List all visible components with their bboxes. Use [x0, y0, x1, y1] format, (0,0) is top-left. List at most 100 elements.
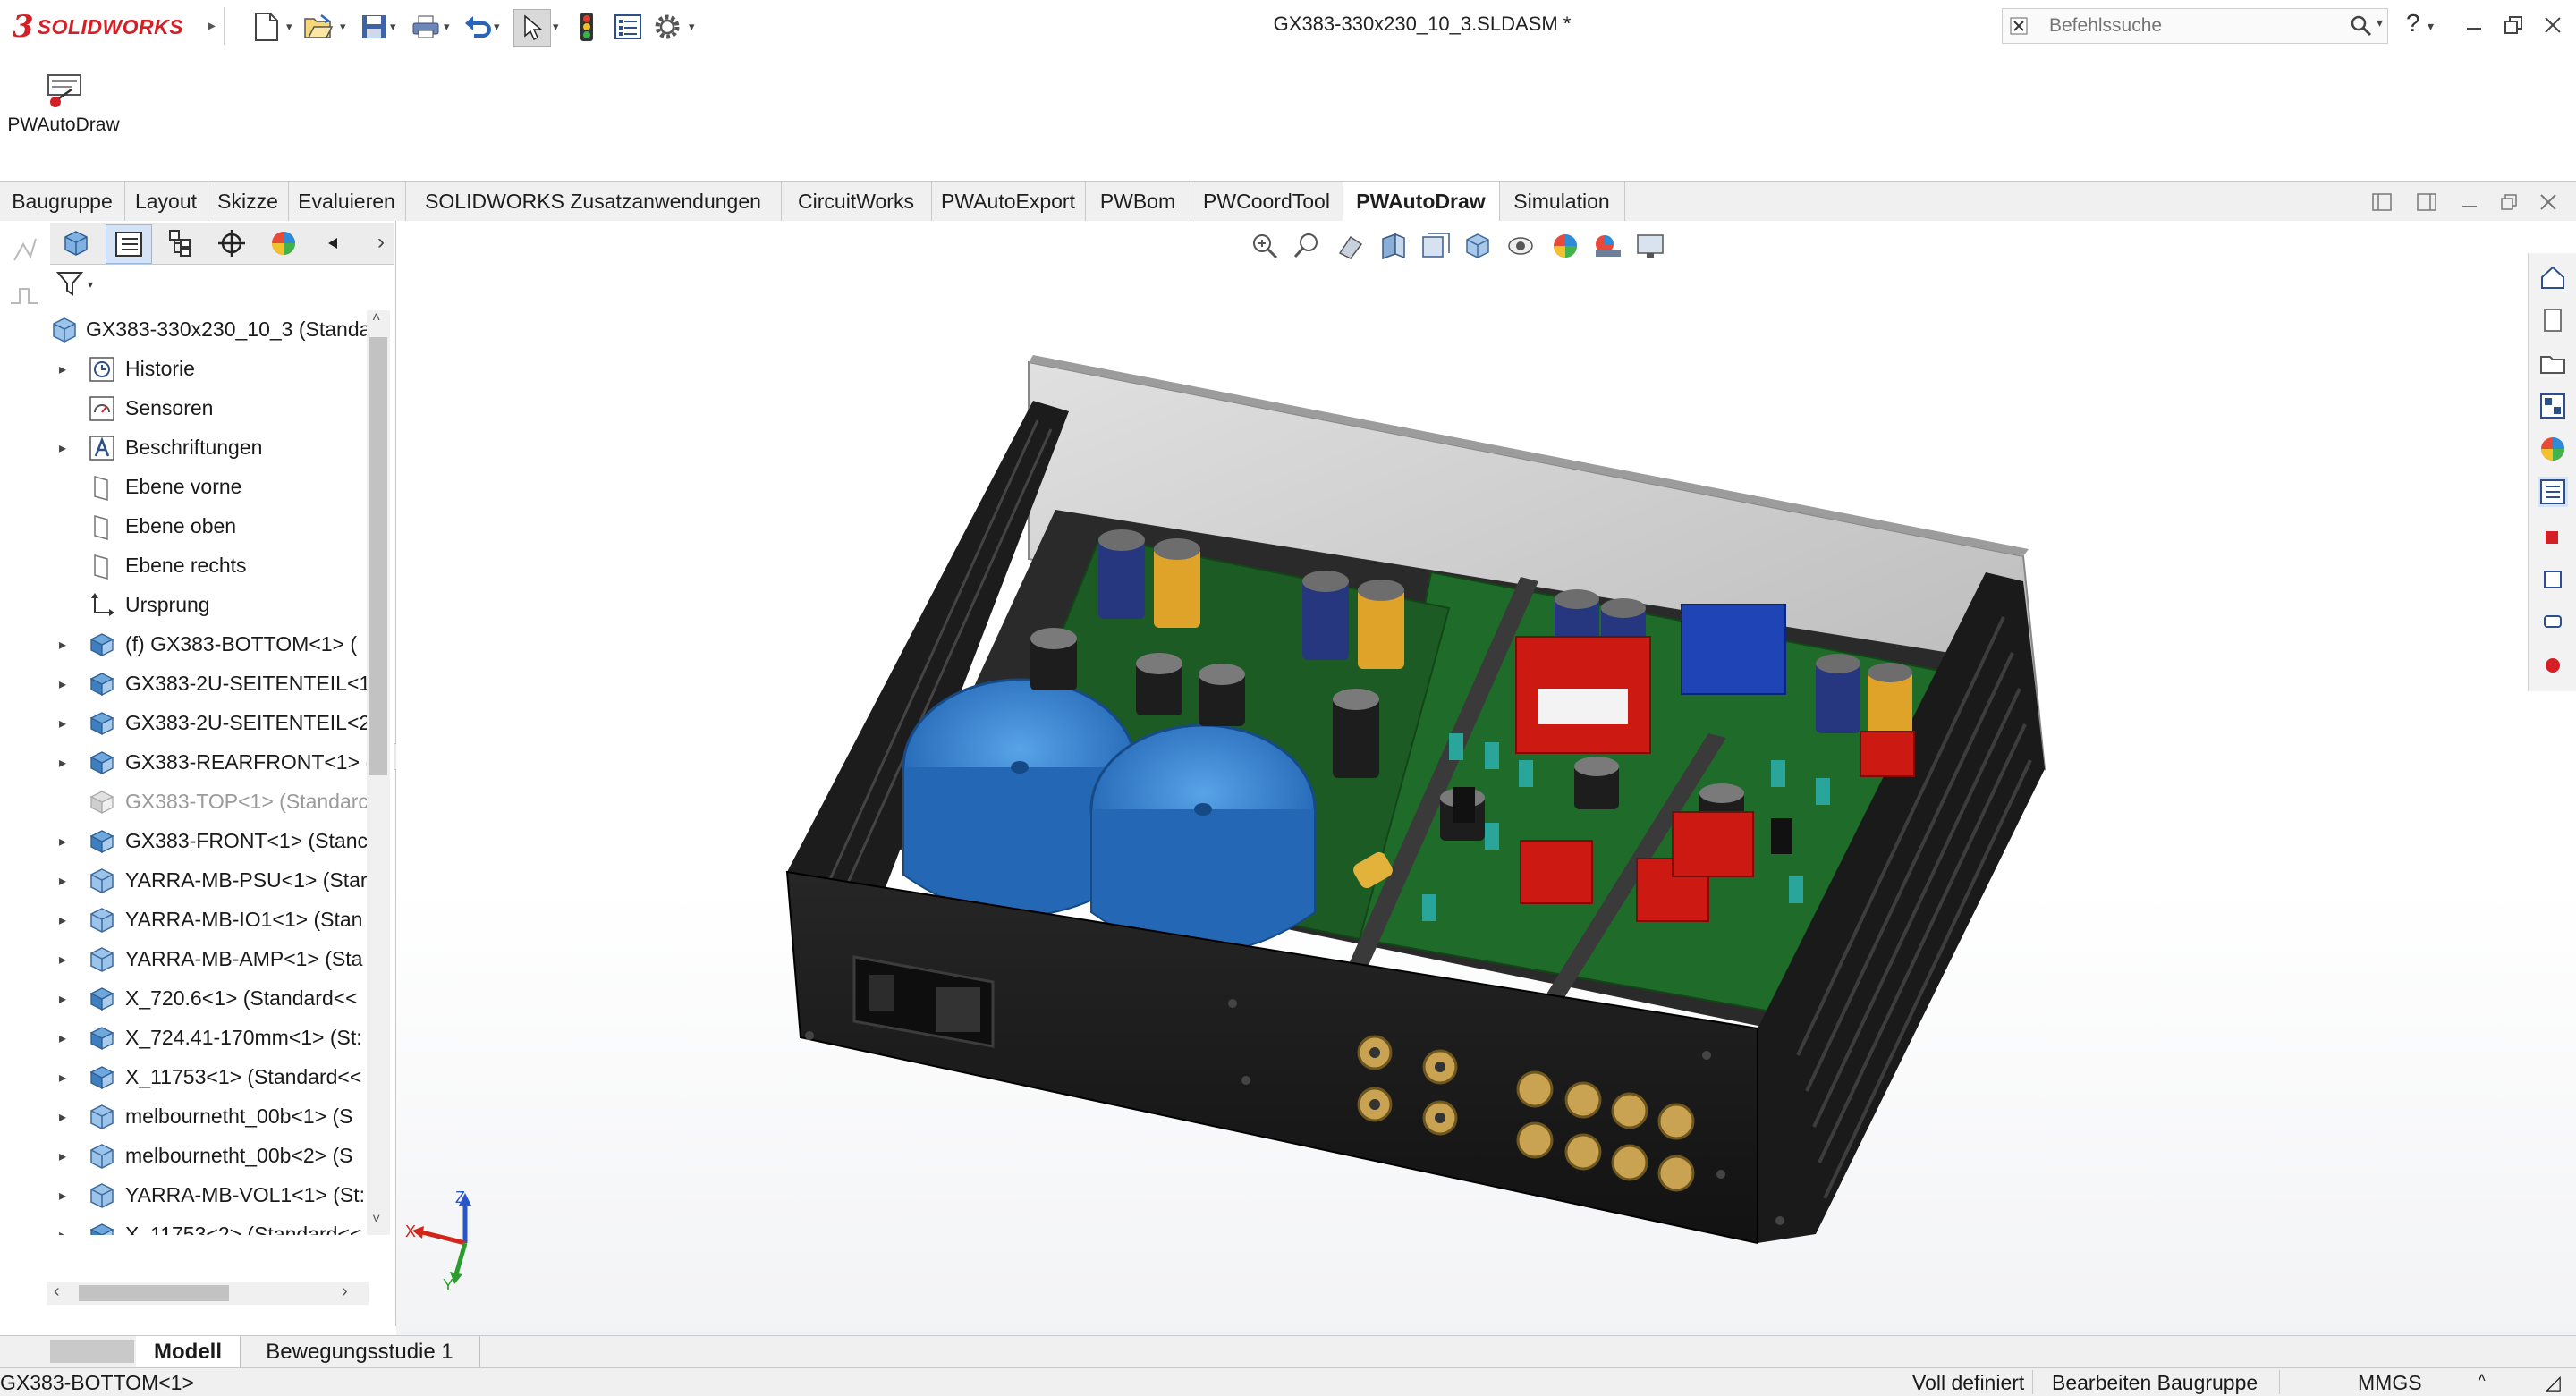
view-orientation-icon[interactable] [1462, 229, 1496, 263]
tab-circuitworks[interactable]: CircuitWorks [781, 182, 932, 222]
tree-item[interactable]: GX383-TOP<1> (Standarc [47, 783, 369, 822]
expand-arrow-icon[interactable]: ▸ [59, 911, 66, 929]
expand-arrow-icon[interactable]: ▸ [59, 1029, 66, 1047]
addin-red-icon[interactable] [2538, 521, 2568, 552]
file-properties-icon[interactable] [610, 9, 646, 45]
feature-manager-tab-icon[interactable] [54, 224, 98, 262]
scroll-up-icon[interactable]: ˄ [372, 310, 380, 326]
expand-arrow-icon[interactable]: ▸ [59, 1187, 66, 1205]
scroll-left-icon[interactable]: ‹ [54, 1282, 60, 1302]
select-pointer-icon[interactable] [513, 9, 551, 47]
zoom-to-fit-icon[interactable] [1248, 229, 1282, 263]
scroll-right-icon[interactable]: › [342, 1282, 348, 1302]
tree-item[interactable]: ▸ YARRA-MB-IO1<1> (Stan [47, 901, 369, 940]
tree-item[interactable]: ▸ melbournetht_00b<2> (S [47, 1137, 369, 1176]
section-view-icon[interactable] [1377, 229, 1411, 263]
tab-modell[interactable]: Modell [136, 1336, 241, 1368]
path-faded-icon[interactable] [9, 282, 39, 309]
chevron-down-icon[interactable]: ▾ [494, 20, 500, 34]
chevron-down-icon[interactable]: ▾ [340, 20, 346, 34]
undo-icon[interactable] [460, 9, 496, 45]
chevron-down-icon[interactable]: ▾ [689, 20, 695, 34]
pwautodraw-button[interactable]: PWAutoDraw [5, 63, 122, 152]
appearance-icon[interactable] [1548, 229, 1582, 263]
tree-item[interactable]: Ebene vorne [47, 468, 369, 507]
viewport-close-icon[interactable] [2535, 189, 2562, 216]
tree-filter-icon[interactable]: ▾ [55, 269, 100, 305]
scroll-thumb[interactable] [369, 337, 387, 775]
tab-scroll-controls[interactable] [50, 1340, 134, 1363]
appearances-icon[interactable] [2538, 434, 2568, 464]
tree-item[interactable]: ▸ YARRA-MB-AMP<1> (Sta [47, 940, 369, 979]
chevron-down-icon[interactable]: ▾ [390, 20, 396, 34]
dimxpert-tab-icon[interactable] [209, 224, 254, 262]
help-button[interactable]: ? [2406, 9, 2420, 38]
chevron-down-icon[interactable]: ▾ [2428, 19, 2434, 34]
tree-item[interactable]: Ebene oben [47, 507, 369, 546]
expand-arrow-icon[interactable]: ▸ [59, 439, 66, 457]
tree-item[interactable]: ▸ YARRA-MB-PSU<1> (Star [47, 861, 369, 901]
tree-item[interactable]: ▸ YARRA-MB-VOL1<1> (St: [47, 1176, 369, 1215]
viewport-restore-icon[interactable] [2496, 189, 2522, 216]
tab-pwautodraw[interactable]: PWAutoDraw [1343, 182, 1500, 223]
search-icon[interactable] [2350, 14, 2373, 38]
addin-table-icon[interactable] [2538, 564, 2568, 595]
expand-arrow-icon[interactable]: ▸ [59, 636, 66, 654]
tab-skizze[interactable]: Skizze [208, 182, 289, 222]
tree-horizontal-scrollbar[interactable]: ‹ › [47, 1282, 369, 1305]
print-icon[interactable] [408, 9, 444, 45]
resize-grip-icon[interactable]: ◿ [2546, 1371, 2561, 1394]
graphics-area[interactable]: Z X Y [396, 221, 2576, 1335]
dynamic-annotation-icon[interactable] [1419, 229, 1453, 263]
tree-item[interactable]: ▸ X_720.6<1> (Standard<< [47, 979, 369, 1019]
more-tabs-icon[interactable] [313, 224, 358, 262]
tree-item[interactable]: ▸ (f) GX383-BOTTOM<1> ( [47, 625, 369, 664]
expand-arrow-icon[interactable]: ▸ [59, 990, 66, 1008]
expand-arrow-icon[interactable]: ▸ [59, 1226, 66, 1235]
chevron-down-icon[interactable]: ▾ [2377, 15, 2383, 30]
save-icon[interactable] [356, 9, 392, 45]
options-gear-icon[interactable] [649, 9, 685, 45]
view-settings-icon[interactable] [1634, 229, 1668, 263]
chevron-down-icon[interactable]: ▾ [444, 20, 450, 34]
addin-chat-icon[interactable] [2538, 607, 2568, 638]
expand-arrow-icon[interactable]: ▸ [59, 833, 66, 850]
tree-item[interactable]: Ebene rechts [47, 546, 369, 586]
display-style-icon[interactable] [1505, 229, 1539, 263]
viewport-minimize-icon[interactable] [2456, 189, 2483, 216]
expand-arrow-icon[interactable]: ▸ [59, 675, 66, 693]
tree-root[interactable]: GX383-330x230_10_3 (Standa [47, 310, 369, 350]
close-icon[interactable] [2537, 9, 2569, 41]
expand-arrow-icon[interactable]: ▸ [59, 754, 66, 772]
tab-pwautoexport[interactable]: PWAutoExport [931, 182, 1086, 222]
file-explorer-icon[interactable] [2538, 348, 2568, 378]
tree-item[interactable]: Sensoren [47, 389, 369, 428]
tree-vertical-scrollbar[interactable]: ˄ ˅ [367, 310, 390, 1235]
menu-expand-icon[interactable]: ▸ [208, 16, 216, 35]
scroll-thumb[interactable] [79, 1285, 229, 1301]
units-chevron-icon[interactable]: ˄ [2478, 1371, 2486, 1387]
expand-arrow-icon[interactable]: ▸ [59, 1108, 66, 1126]
tab-pwbom[interactable]: PWBom [1085, 182, 1191, 222]
tree-item[interactable]: ▸ Beschriftungen [47, 428, 369, 468]
minimize-icon[interactable] [2458, 9, 2490, 41]
scene-icon[interactable] [1591, 229, 1625, 263]
chevron-right-icon[interactable]: › [377, 230, 385, 255]
expand-arrow-icon[interactable]: ▸ [59, 1069, 66, 1087]
command-search[interactable]: ▾ [2002, 8, 2388, 44]
addin-record-icon[interactable] [2538, 650, 2568, 681]
tab-baugruppe[interactable]: Baugruppe [0, 182, 125, 222]
tab-evaluieren[interactable]: Evaluieren [288, 182, 406, 222]
scroll-down-icon[interactable]: ˅ [372, 1212, 380, 1228]
property-manager-tab-icon[interactable] [106, 224, 152, 264]
tree-item[interactable]: ▸ X_11753<1> (Standard<< [47, 1058, 369, 1097]
chevron-down-icon[interactable]: ▾ [286, 20, 292, 34]
expand-arrow-icon[interactable]: ▸ [59, 872, 66, 890]
solidworks-logo[interactable]: 3 SOLIDWORKS [13, 9, 183, 45]
tab-pwcoordtool[interactable]: PWCoordTool [1191, 182, 1343, 222]
configuration-manager-tab-icon[interactable] [157, 224, 202, 262]
tree-item[interactable]: ▸ GX383-2U-SEITENTEIL<2: [47, 704, 369, 743]
tree-item[interactable]: ▸ GX383-FRONT<1> (Stanc [47, 822, 369, 861]
tab-layout[interactable]: Layout [124, 182, 208, 222]
tree-item[interactable]: ▸ Historie [47, 350, 369, 389]
